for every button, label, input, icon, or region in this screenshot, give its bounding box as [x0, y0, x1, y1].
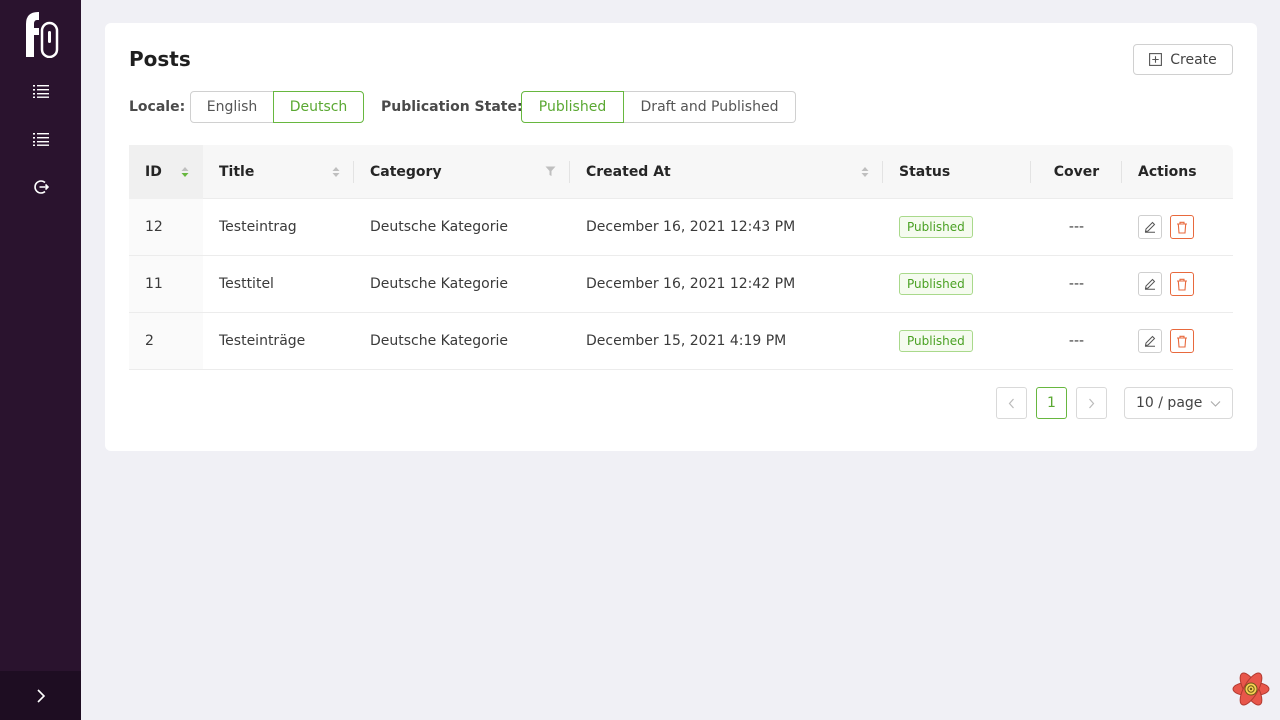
cell-category: Deutsche Kategorie: [370, 333, 509, 349]
publication-option-published[interactable]: Published: [521, 91, 624, 123]
cell-title: Testeintrag: [219, 219, 297, 235]
create-button-label: Create: [1170, 51, 1217, 68]
locale-segmented-control: English Deutsch: [190, 91, 364, 123]
status-badge: Published: [899, 273, 973, 295]
app-logo[interactable]: [22, 10, 60, 59]
edit-icon: [1144, 221, 1156, 233]
column-header-label: Created At: [586, 164, 671, 180]
sort-icon: [861, 167, 869, 177]
column-header-label: ID: [145, 164, 162, 180]
cell-created-at: December 15, 2021 4:19 PM: [586, 333, 787, 349]
cell-title: Testtitel: [219, 276, 274, 292]
edit-button[interactable]: [1138, 215, 1162, 239]
page-title: Posts: [129, 47, 191, 71]
page-size-value: 10 / page: [1136, 395, 1203, 411]
cell-status: Published: [883, 199, 1031, 255]
edit-icon: [1144, 278, 1156, 290]
trash-icon: [1177, 335, 1187, 348]
column-header-created-at[interactable]: Created At: [570, 145, 883, 199]
chevron-left-icon: [1008, 398, 1014, 408]
cell-cover: ---: [1068, 333, 1085, 349]
trash-icon: [1177, 278, 1187, 291]
delete-button[interactable]: [1170, 272, 1194, 296]
pagination-next-button[interactable]: [1076, 387, 1107, 419]
cell-id: 11: [129, 256, 203, 312]
column-header-label: Category: [370, 164, 442, 180]
status-badge: Published: [899, 216, 973, 238]
column-header-label: Actions: [1138, 164, 1197, 180]
react-query-devtools-icon[interactable]: [1231, 670, 1271, 708]
table-header: ID Title Category Created At Status Cove…: [129, 145, 1233, 199]
column-header-title[interactable]: Title: [203, 145, 354, 199]
chevron-right-icon: [1089, 398, 1095, 408]
delete-button[interactable]: [1170, 329, 1194, 353]
locale-option-deutsch[interactable]: Deutsch: [273, 91, 364, 123]
locale-option-english[interactable]: English: [190, 91, 274, 123]
edit-icon: [1144, 335, 1156, 347]
list-icon: [32, 85, 49, 98]
cell-actions: [1122, 256, 1233, 312]
posts-table: ID Title Category Created At Status Cove…: [129, 145, 1233, 370]
sidebar-item-categories[interactable]: [0, 119, 81, 159]
sort-icon: [181, 167, 189, 177]
pagination-prev-button[interactable]: [996, 387, 1027, 419]
cell-created-at: December 16, 2021 12:42 PM: [586, 276, 796, 292]
sidebar-collapse-button[interactable]: [0, 671, 81, 720]
cell-id: 2: [129, 313, 203, 369]
status-badge: Published: [899, 330, 973, 352]
column-header-status: Status: [883, 145, 1031, 199]
table-row: 2 Testeinträge Deutsche Kategorie Decemb…: [129, 313, 1233, 370]
publication-state-label: Publication State:: [381, 99, 523, 115]
list-icon: [32, 133, 49, 146]
cell-actions: [1122, 313, 1233, 369]
chevron-right-icon: [36, 688, 45, 703]
filter-icon[interactable]: [545, 166, 556, 177]
column-header-cover: Cover: [1031, 145, 1122, 199]
page-size-select[interactable]: 10 / page: [1124, 387, 1233, 419]
cell-cover: ---: [1068, 219, 1085, 235]
column-header-label: Cover: [1053, 164, 1100, 180]
sidebar-item-posts[interactable]: [0, 71, 81, 111]
cell-id: 12: [129, 199, 203, 255]
cell-status: Published: [883, 256, 1031, 312]
column-header-label: Status: [899, 164, 951, 180]
sort-icon: [332, 167, 340, 177]
locale-label: Locale:: [129, 99, 186, 115]
edit-button[interactable]: [1138, 329, 1162, 353]
edit-button[interactable]: [1138, 272, 1162, 296]
cell-title: Testeinträge: [219, 333, 306, 349]
column-header-label: Title: [219, 164, 255, 180]
cell-actions: [1122, 199, 1233, 255]
trash-icon: [1177, 221, 1187, 234]
column-header-actions: Actions: [1122, 145, 1233, 199]
create-button[interactable]: Create: [1133, 44, 1233, 75]
column-header-category[interactable]: Category: [354, 145, 570, 199]
table-row: 11 Testtitel Deutsche Kategorie December…: [129, 256, 1233, 313]
delete-button[interactable]: [1170, 215, 1194, 239]
sidebar: [0, 0, 81, 720]
pagination-page-1[interactable]: 1: [1036, 387, 1067, 419]
plus-square-icon: [1149, 53, 1163, 66]
column-header-id[interactable]: ID: [129, 145, 203, 199]
sidebar-item-logout[interactable]: [0, 167, 81, 207]
table-row: 12 Testeintrag Deutsche Kategorie Decemb…: [129, 199, 1233, 256]
publication-state-segmented-control: Published Draft and Published: [521, 91, 796, 123]
logout-icon: [33, 180, 49, 194]
cell-created-at: December 16, 2021 12:43 PM: [586, 219, 796, 235]
cell-category: Deutsche Kategorie: [370, 276, 509, 292]
cell-status: Published: [883, 313, 1031, 369]
chevron-down-icon: [1210, 401, 1221, 407]
cell-category: Deutsche Kategorie: [370, 219, 509, 235]
cell-cover: ---: [1068, 276, 1085, 292]
publication-option-draft-and-published[interactable]: Draft and Published: [624, 91, 796, 123]
posts-card: Posts Create Locale: English Deutsch Pub…: [105, 23, 1257, 451]
